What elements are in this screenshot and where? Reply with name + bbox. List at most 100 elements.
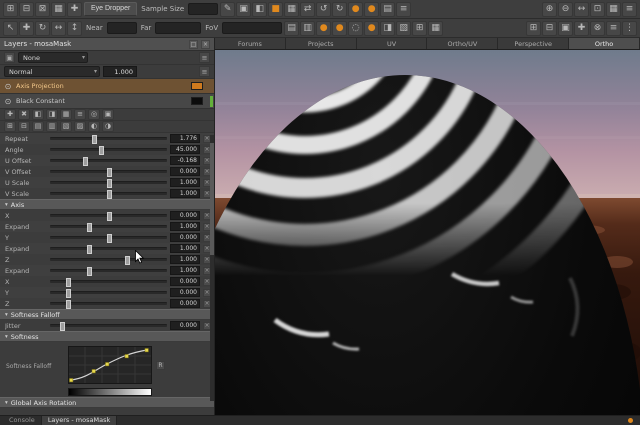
section-header-axis[interactable]: Axis [0,199,214,210]
sample-size-input[interactable] [188,3,218,15]
scrollbar-thumb[interactable] [210,143,214,255]
main-menu-icon[interactable]: ≡ [396,2,411,17]
slider-handle[interactable] [107,179,112,188]
layer-swatch[interactable] [191,97,203,105]
slider-value-field[interactable]: 0.000 [170,277,200,286]
slider-handle[interactable] [66,289,71,298]
panel-header[interactable]: Layers - mosaMask □ × [0,38,214,51]
layer-list-options-icon[interactable]: ≡ [199,52,210,63]
layout-quad-icon[interactable]: ⊠ [35,2,50,17]
slider-value-field[interactable]: 1.000 [170,266,200,275]
paint-brush-icon[interactable]: ✎ [220,2,235,17]
pattern-icon[interactable]: ▦ [284,2,299,17]
section-header-softness[interactable]: Softness [0,331,214,342]
frame-all-icon[interactable]: ⊡ [590,2,605,17]
viewport-tab-projects[interactable]: Projects [286,38,357,49]
view-menu-icon[interactable]: ≡ [622,2,637,17]
slider-track[interactable] [50,247,167,250]
viewport-tab-forums[interactable]: Forums [215,38,286,49]
light-basic-icon[interactable]: ● [364,2,379,17]
slider-value-field[interactable]: 1.000 [170,222,200,231]
move-down-icon[interactable]: ▥ [46,121,58,132]
add-mask-icon[interactable]: ◧ [32,109,44,120]
layer-options-icon[interactable]: ◑ [102,121,114,132]
slider-value-field[interactable]: 1.776 [170,134,200,143]
slider-value-field[interactable]: 1.000 [170,255,200,264]
panel-undock-icon[interactable]: □ [189,40,198,49]
layer-filter-dropdown[interactable]: None [18,52,88,63]
slider-handle[interactable] [107,168,112,177]
slider-handle[interactable] [107,212,112,221]
blend-options-icon[interactable]: ≡ [199,66,210,77]
slider-track[interactable] [50,269,167,272]
slider-track[interactable] [50,302,167,305]
zoom-in-icon[interactable]: ⊕ [542,2,557,17]
slider-track[interactable] [50,280,167,283]
pan-icon[interactable]: ↔ [574,2,589,17]
viewport-tab-ortho-uv[interactable]: Ortho/UV [427,38,498,49]
layer-row-black-constant[interactable]: ⊙Black Constant [0,94,214,109]
merge-layers-icon[interactable]: ◎ [88,109,100,120]
slider-handle[interactable] [99,146,104,155]
slider-handle[interactable] [125,256,130,265]
slider-track[interactable] [50,258,167,261]
far-input[interactable] [155,22,201,34]
pan-h-tool-icon[interactable]: ↔ [51,21,66,36]
slider-value-field[interactable]: -0.168 [170,156,200,165]
invert-mask-icon[interactable]: ◐ [88,121,100,132]
slider-track[interactable] [50,192,167,195]
layer-swatch[interactable] [191,82,203,90]
bottom-tab-layers-mosamask[interactable]: Layers - mosaMask [42,416,117,425]
slider-track[interactable] [50,291,167,294]
bottom-tab-console[interactable]: Console [3,416,42,425]
slider-track[interactable] [50,225,167,228]
slider-value-field[interactable]: 1.000 [170,178,200,187]
slider-handle[interactable] [92,135,97,144]
blend-mode-dropdown[interactable]: Normal [4,66,100,77]
flat-shading-icon[interactable]: ▤ [284,21,299,36]
add-procedural-icon[interactable]: ▦ [60,109,72,120]
viewport-canvas[interactable] [215,50,640,415]
viewport-tab-ortho[interactable]: Ortho [569,38,640,49]
layer-visibility-icon[interactable]: ⊙ [3,97,13,106]
layout-grid-icon[interactable]: ▦ [51,2,66,17]
slider-handle[interactable] [66,300,71,309]
pan-v-tool-icon[interactable]: ↕ [67,21,82,36]
symmetry-icon[interactable]: ⊟ [542,21,557,36]
remove-layer-icon[interactable]: ✖ [18,109,30,120]
swap-colors-icon[interactable]: ⇄ [300,2,315,17]
slider-track[interactable] [50,170,167,173]
close-view-icon[interactable]: ⊗ [590,21,605,36]
fov-input[interactable] [222,22,282,34]
light-diffuse-icon[interactable]: ● [332,21,347,36]
more-icon[interactable]: ⋮ [622,21,637,36]
slider-value-field[interactable]: 0.000 [170,321,200,330]
slider-track[interactable] [50,214,167,217]
slider-handle[interactable] [66,278,71,287]
rotate-tool-icon[interactable]: ↻ [35,21,50,36]
light-full-icon[interactable]: ● [348,2,363,17]
layout-single-icon[interactable]: ⊞ [3,2,18,17]
zoom-out-icon[interactable]: ⊖ [558,2,573,17]
lock-layer-icon[interactable]: ▧ [60,121,72,132]
slider-value-field[interactable]: 0.000 [170,211,200,220]
slider-track[interactable] [50,324,167,327]
slider-handle[interactable] [107,234,112,243]
slider-handle[interactable] [60,322,65,331]
curve-reset-button[interactable]: R [156,361,165,370]
undo-icon[interactable]: ↺ [316,2,331,17]
move-up-icon[interactable]: ▤ [32,121,44,132]
slider-track[interactable] [50,181,167,184]
duplicate-layer-icon[interactable]: ⊞ [4,121,16,132]
eye-dropper-button[interactable]: Eye Dropper [84,2,137,16]
light-specular-icon[interactable]: ● [364,21,379,36]
add-layer-icon[interactable]: ✚ [4,109,16,120]
panel-scrollbar[interactable] [210,135,214,401]
light-ambient-icon[interactable]: ● [316,21,331,36]
paint-through-icon[interactable]: ▣ [236,2,251,17]
slider-handle[interactable] [87,245,92,254]
slider-value-field[interactable]: 0.000 [170,299,200,308]
layer-visibility-icon[interactable]: ⊙ [3,82,13,91]
layout-split-icon[interactable]: ⊟ [19,2,34,17]
options-menu-icon[interactable]: ≡ [606,21,621,36]
